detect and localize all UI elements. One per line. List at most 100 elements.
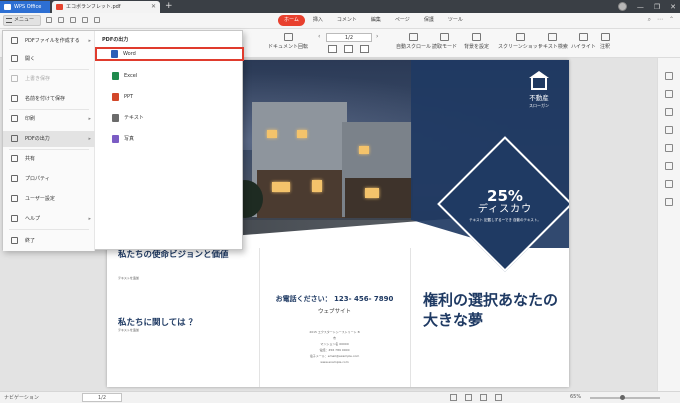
background-button[interactable]: 背景を設定 [464, 33, 489, 50]
menu-item-properties[interactable]: プロパティ [3, 171, 95, 187]
zoom-slider-knob[interactable] [620, 395, 625, 400]
chevron-up-icon[interactable]: ⌃ [669, 16, 674, 24]
page-number-input[interactable]: 1/2 [326, 33, 372, 42]
right-sidebar [657, 58, 680, 391]
submenu-title: PDFの出力 [102, 37, 129, 43]
ribbon-tab-protect[interactable]: 保護 [418, 15, 440, 26]
tab-close-icon[interactable]: ✕ [151, 1, 156, 13]
tab-pdf-document[interactable]: エコボランフレット.pdf ✕ [52, 1, 160, 13]
new-tab-button[interactable]: + [165, 1, 173, 12]
ribbon-tab-edit[interactable]: 編集 [365, 15, 387, 26]
ribbon-tab-tools[interactable]: ツール [442, 15, 469, 26]
menu-item-settings[interactable]: ユーザー設定 [3, 191, 95, 207]
share-icon [11, 155, 18, 162]
print-side-icon[interactable] [665, 180, 673, 188]
ribbon-tab-comment[interactable]: コメント [331, 15, 363, 26]
compress-icon[interactable] [665, 108, 673, 116]
open-folder-icon[interactable] [46, 17, 52, 23]
stamp-icon[interactable] [665, 162, 673, 170]
auto-scroll-button[interactable]: 自動スクロール [396, 33, 431, 50]
export-icon [11, 135, 18, 142]
menu-item-open[interactable]: 開く [3, 51, 95, 67]
menu-item-label: ユーザー設定 [25, 196, 55, 202]
ribbon-tab-insert[interactable]: 挿入 [307, 15, 329, 26]
screenshot-button[interactable]: スクリーンショット [498, 33, 543, 50]
fullscreen-icon[interactable] [495, 394, 502, 401]
export-text-item[interactable]: テキスト [96, 111, 242, 125]
zoom-level: 65% [570, 394, 582, 400]
menu-bar: メニュー ホーム 挿入 コメント 編集 ページ 保護 ツール ⌕ ⋯ ⌃ [0, 13, 680, 29]
redo-icon[interactable] [94, 17, 100, 23]
export-image-item[interactable]: 写真 [96, 132, 242, 146]
zoom-slider[interactable] [590, 395, 660, 400]
menu-item-label: 名前を付けて保存 [25, 96, 66, 102]
status-page-input[interactable]: 1/2 [82, 393, 122, 402]
sign-icon[interactable] [665, 144, 673, 152]
excel-icon [112, 72, 119, 80]
doc-rotate-button[interactable]: ドキュメント回転 [268, 33, 308, 50]
edit-icon[interactable] [665, 90, 673, 98]
close-icon[interactable]: ✕ [670, 3, 676, 11]
read-mode-button[interactable]: 読取モード [432, 33, 457, 50]
print-icon [11, 115, 18, 122]
menu-item-create-pdf[interactable]: PDFファイルを作成する ▸ [3, 33, 95, 49]
export-ppt-item[interactable]: PPT [96, 90, 242, 104]
chevron-right-icon: ▸ [88, 136, 91, 142]
save-icon [11, 75, 18, 82]
status-bar: ナビゲーション 1/2 65% [0, 391, 680, 403]
export-word-item[interactable]: Word [95, 47, 244, 61]
menu-item-label: ヘルプ [25, 216, 41, 222]
submenu-item-label: テキスト [124, 115, 144, 121]
fit-page-icon[interactable] [450, 394, 457, 401]
export-submenu: PDFの出力 Word Excel PPT テキスト 写真 [95, 31, 244, 251]
continuous-icon[interactable] [360, 45, 369, 53]
thumbnail-icon[interactable] [665, 72, 673, 80]
menu-item-print[interactable]: 印刷 ▸ [3, 111, 95, 127]
export-excel-item[interactable]: Excel [96, 69, 242, 83]
menu-item-help[interactable]: ヘルプ ▸ [3, 211, 95, 227]
menu-item-label: PDFの出力 [25, 136, 50, 142]
tab-wps-office[interactable]: WPS Office [0, 1, 50, 13]
menu-item-label: PDFファイルを作成する [25, 38, 80, 44]
menu-item-label: 共有 [25, 156, 36, 162]
print-icon[interactable] [70, 17, 76, 23]
submenu-item-label: Excel [124, 73, 138, 79]
menu-item-export-pdf[interactable]: PDFの出力 ▸ [3, 131, 95, 147]
menu-item-label: プロパティ [25, 176, 50, 182]
undo-icon[interactable] [82, 17, 88, 23]
discount-label: ディスカウ [477, 204, 533, 215]
navigation-toggle[interactable]: ナビゲーション [4, 394, 39, 401]
menu-item-save-as[interactable]: 名前を付けて保存 [3, 91, 95, 107]
zoom-side-icon[interactable] [665, 198, 673, 206]
about-heading: 私たちに関しては ？ [118, 318, 198, 328]
double-page-icon[interactable] [344, 45, 353, 53]
next-page-icon[interactable]: › [376, 33, 378, 40]
save-icon[interactable] [58, 17, 64, 23]
website-line: ウェブサイト [317, 309, 351, 315]
minimize-icon[interactable]: — [637, 3, 644, 11]
toolbar-label: 注釈 [600, 44, 611, 50]
single-page-icon[interactable] [328, 45, 337, 53]
menu-button[interactable]: メニュー [3, 15, 41, 26]
ribbon-tab-home[interactable]: ホーム [278, 15, 305, 26]
menu-item-share[interactable]: 共有 [3, 151, 95, 167]
file-menu-dropdown: PDFファイルを作成する ▸ 開く 上書き保存 名前を付けて保存 印刷 ▸ PD… [2, 30, 244, 251]
ribbon-tab-page[interactable]: ページ [389, 15, 416, 26]
search-icon[interactable]: ⌕ [648, 16, 651, 24]
prev-page-icon[interactable]: ‹ [318, 33, 320, 40]
two-page-icon[interactable] [480, 394, 487, 401]
more-icon[interactable]: ⋯ [657, 16, 663, 24]
highlight-button[interactable]: ハイライト [571, 33, 596, 50]
convert-icon[interactable] [665, 126, 673, 134]
annotation-button[interactable]: 注釈 [600, 33, 610, 50]
fit-width-icon[interactable] [465, 394, 472, 401]
chevron-right-icon: ▸ [88, 116, 91, 122]
highlighter-icon [578, 33, 588, 41]
vision-heading: 私たちの使命ビジョンと価値 [118, 250, 229, 260]
text-search-button[interactable]: テキスト検索 [538, 33, 568, 50]
submenu-item-label: 写真 [124, 136, 135, 142]
file-menu-list: PDFファイルを作成する ▸ 開く 上書き保存 名前を付けて保存 印刷 ▸ PD… [3, 31, 95, 251]
restore-icon[interactable]: ❐ [654, 3, 660, 11]
menu-item-exit[interactable]: 終了 [3, 233, 95, 249]
avatar[interactable] [617, 2, 627, 11]
